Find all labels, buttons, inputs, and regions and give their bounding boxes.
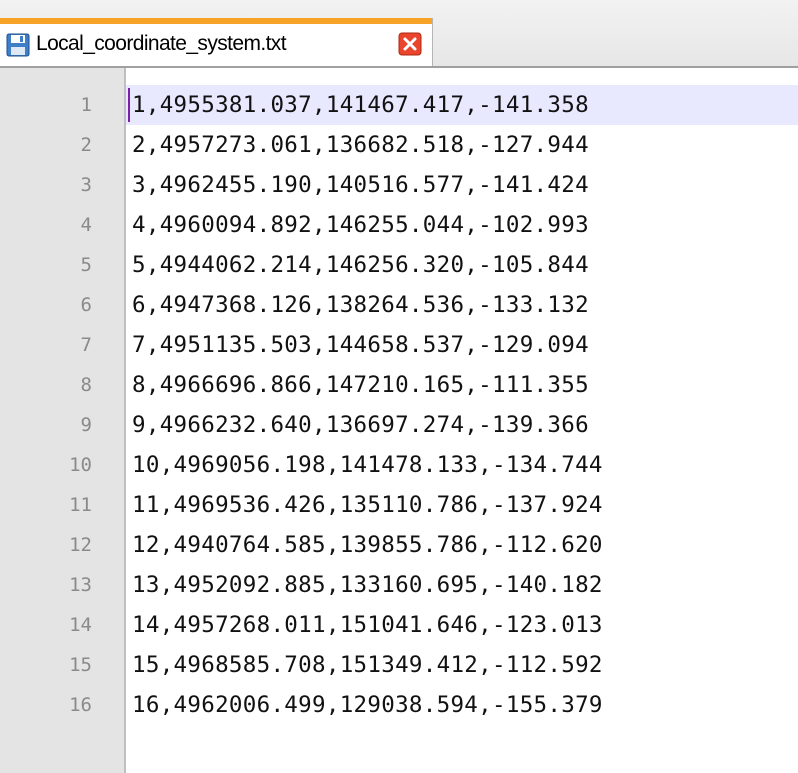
- close-icon[interactable]: [398, 32, 422, 56]
- line-number: 3: [80, 174, 92, 196]
- line-number: 13: [69, 574, 92, 596]
- line-number: 14: [69, 614, 92, 636]
- editor-line[interactable]: 6,4947368.126,138264.536,-133.132: [132, 285, 589, 325]
- editor-line[interactable]: 7,4951135.503,144658.537,-129.094: [132, 325, 589, 365]
- line-number: 1: [80, 94, 92, 116]
- text-editor[interactable]: 1 1,4955381.037,141467.417,-141.358 2 2,495…: [0, 68, 798, 773]
- editor-line[interactable]: 15,4968585.708,151349.412,-112.592: [132, 645, 603, 685]
- line-number: 11: [69, 494, 92, 516]
- editor-line[interactable]: 14,4957268.011,151041.646,-123.013: [132, 605, 603, 645]
- line-number: 15: [69, 654, 92, 676]
- active-tab-indicator: [0, 18, 432, 24]
- line-number: 10: [69, 454, 92, 476]
- editor-line[interactable]: 5,4944062.214,146256.320,-105.844: [132, 245, 589, 285]
- line-number: 4: [80, 214, 92, 236]
- line-number: 9: [80, 414, 92, 436]
- editor-line[interactable]: 13,4952092.885,133160.695,-140.182: [132, 565, 603, 605]
- editor-line[interactable]: 11,4969536.426,135110.786,-137.924: [132, 485, 603, 525]
- tab-bar: Local_coordinate_system.txt: [0, 0, 798, 68]
- editor-line[interactable]: 3,4962455.190,140516.577,-141.424: [132, 165, 589, 205]
- editor-line[interactable]: 1,4955381.037,141467.417,-141.358: [132, 85, 589, 125]
- editor-line[interactable]: 2,4957273.061,136682.518,-127.944: [132, 125, 589, 165]
- tab-local-coordinate-system[interactable]: Local_coordinate_system.txt: [0, 18, 433, 68]
- editor-line[interactable]: 9,4966232.640,136697.274,-139.366: [132, 405, 589, 445]
- save-icon: [6, 33, 30, 57]
- line-number: 16: [69, 694, 92, 716]
- line-number: 8: [80, 374, 92, 396]
- editor-line[interactable]: 8,4966696.866,147210.165,-111.355: [132, 365, 589, 405]
- line-number: 7: [80, 334, 92, 356]
- editor-line[interactable]: 4,4960094.892,146255.044,-102.993: [132, 205, 589, 245]
- line-number: 12: [69, 534, 92, 556]
- tab-title: Local_coordinate_system.txt: [36, 32, 287, 55]
- text-caret: [128, 88, 130, 122]
- editor-line[interactable]: 12,4940764.585,139855.786,-112.620: [132, 525, 603, 565]
- editor-line[interactable]: 10,4969056.198,141478.133,-134.744: [132, 445, 603, 485]
- editor-line[interactable]: 16,4962006.499,129038.594,-155.379: [132, 685, 603, 725]
- line-number: 6: [80, 294, 92, 316]
- line-number: 5: [80, 254, 92, 276]
- line-number: 2: [80, 134, 92, 156]
